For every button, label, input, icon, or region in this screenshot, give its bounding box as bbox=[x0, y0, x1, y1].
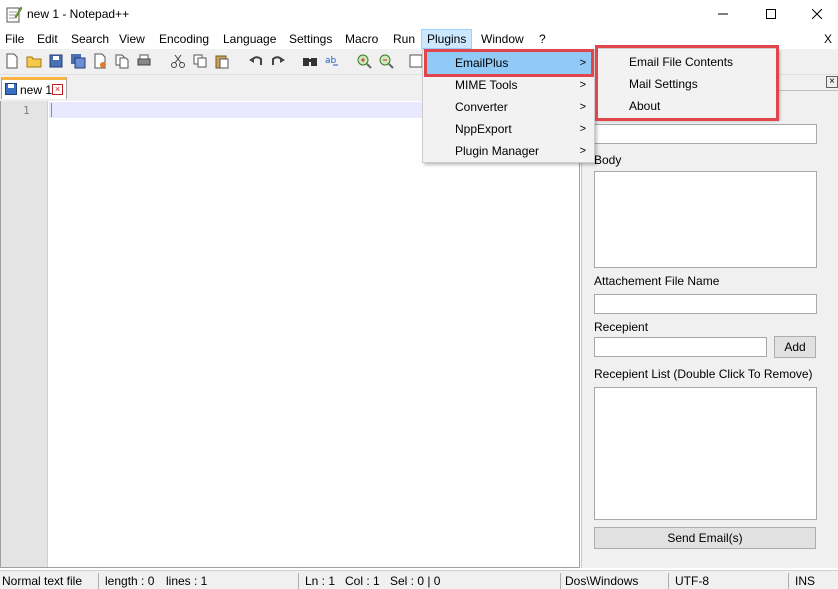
send-email-button[interactable]: Send Email(s) bbox=[594, 527, 816, 549]
status-separator bbox=[560, 573, 561, 589]
menu-file[interactable]: File bbox=[0, 29, 29, 49]
status-encoding: UTF-8 bbox=[675, 574, 709, 588]
body-textarea[interactable] bbox=[594, 171, 817, 268]
menu-search[interactable]: Search bbox=[66, 29, 114, 49]
subject-input[interactable] bbox=[594, 124, 817, 144]
tab-close-icon[interactable]: × bbox=[52, 84, 63, 95]
menu-item-label: Converter bbox=[455, 100, 508, 114]
menu-item-label: Plugin Manager bbox=[455, 144, 540, 158]
text-caret bbox=[51, 103, 52, 117]
title-bar: new 1 - Notepad++ bbox=[0, 0, 838, 28]
minimize-button[interactable] bbox=[700, 0, 746, 28]
body-label: Body bbox=[594, 153, 622, 167]
saved-file-icon bbox=[5, 83, 17, 95]
redo-icon[interactable] bbox=[270, 53, 286, 69]
recipient-list[interactable] bbox=[594, 387, 817, 520]
copy-icon[interactable] bbox=[192, 53, 208, 69]
menu-help[interactable]: ? bbox=[534, 29, 551, 49]
panel-close-icon[interactable]: × bbox=[826, 76, 838, 88]
line-number: 1 bbox=[23, 104, 30, 117]
zoom-out-icon[interactable] bbox=[378, 53, 394, 69]
attachment-label: Attachement File Name bbox=[594, 274, 720, 288]
menu-item-label: NppExport bbox=[455, 122, 512, 136]
status-separator bbox=[298, 573, 299, 589]
plugins-menu-plugin-manager[interactable]: Plugin Manager > bbox=[425, 140, 592, 162]
status-bar: Normal text file length : 0 lines : 1 Ln… bbox=[0, 570, 838, 589]
menu-settings[interactable]: Settings bbox=[284, 29, 337, 49]
status-separator bbox=[668, 573, 669, 589]
status-length: length : 0 bbox=[105, 574, 155, 588]
status-selection: Sel : 0 | 0 bbox=[390, 574, 441, 588]
emailplus-panel: × Body Attachement File Name Recepient A… bbox=[581, 75, 838, 568]
tab-new-1[interactable]: new 1 × bbox=[1, 77, 67, 99]
menu-macro[interactable]: Macro bbox=[340, 29, 383, 49]
plugins-menu-converter[interactable]: Converter > bbox=[425, 96, 592, 118]
menu-plugins[interactable]: Plugins bbox=[421, 29, 473, 49]
menu-view[interactable]: View bbox=[114, 29, 150, 49]
recipient-list-label: Recepient List (Double Click To Remove) bbox=[594, 367, 813, 381]
status-separator bbox=[788, 573, 789, 589]
notepad-app-icon bbox=[6, 5, 23, 23]
cut-icon[interactable] bbox=[170, 53, 186, 69]
status-column: Col : 1 bbox=[345, 574, 380, 588]
attachment-input[interactable] bbox=[594, 294, 817, 314]
replace-icon[interactable]: ab bbox=[324, 53, 340, 69]
line-number-gutter: 1 bbox=[1, 101, 48, 567]
add-recipient-button[interactable]: Add bbox=[774, 336, 816, 358]
zoom-in-icon[interactable] bbox=[356, 53, 372, 69]
submenu-highlight-callout bbox=[595, 45, 779, 121]
submenu-arrow-icon: > bbox=[579, 79, 586, 91]
close-window-button[interactable] bbox=[794, 0, 838, 28]
status-lines: lines : 1 bbox=[166, 574, 208, 588]
plugins-menu-nppexport[interactable]: NppExport > bbox=[425, 118, 592, 140]
menu-item-label: MIME Tools bbox=[455, 78, 518, 92]
save-icon[interactable] bbox=[48, 53, 64, 69]
submenu-arrow-icon: > bbox=[579, 123, 586, 135]
maximize-button[interactable] bbox=[748, 0, 794, 28]
tab-label: new 1 bbox=[20, 83, 53, 97]
menu-window[interactable]: Window bbox=[476, 29, 529, 49]
plugins-menu-mime-tools[interactable]: MIME Tools > bbox=[425, 74, 592, 96]
emailplus-highlight-callout bbox=[424, 49, 594, 77]
submenu-arrow-icon: > bbox=[579, 145, 586, 157]
new-file-icon[interactable] bbox=[4, 53, 20, 69]
print-icon[interactable] bbox=[136, 53, 152, 69]
status-line: Ln : 1 bbox=[305, 574, 336, 588]
paste-icon[interactable] bbox=[214, 53, 230, 69]
find-icon[interactable] bbox=[302, 53, 318, 69]
editor-area[interactable]: 1 bbox=[0, 101, 580, 568]
close-document-button[interactable]: X bbox=[824, 29, 832, 49]
status-eol: Dos\Windows bbox=[565, 574, 639, 588]
status-separator bbox=[98, 573, 99, 589]
close-file-icon[interactable] bbox=[92, 53, 108, 69]
menu-encoding[interactable]: Encoding bbox=[154, 29, 214, 49]
menu-language[interactable]: Language bbox=[218, 29, 281, 49]
open-file-icon[interactable] bbox=[26, 53, 42, 69]
menu-run[interactable]: Run bbox=[388, 29, 420, 49]
menu-edit[interactable]: Edit bbox=[32, 29, 63, 49]
save-all-icon[interactable] bbox=[70, 53, 86, 69]
window-title: new 1 - Notepad++ bbox=[27, 7, 130, 21]
recipient-label: Recepient bbox=[594, 320, 649, 334]
submenu-arrow-icon: > bbox=[579, 101, 586, 113]
close-all-icon[interactable] bbox=[114, 53, 130, 69]
status-insert-mode: INS bbox=[795, 574, 816, 588]
recipient-input[interactable] bbox=[594, 337, 767, 357]
undo-icon[interactable] bbox=[248, 53, 264, 69]
status-file-type: Normal text file bbox=[2, 574, 83, 588]
